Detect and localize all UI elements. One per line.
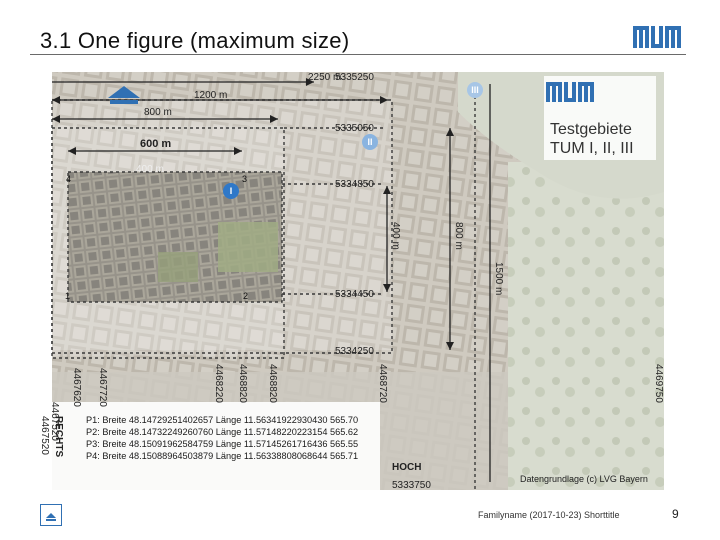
footer-text: Familyname (2017-10-23) Shorttitle — [478, 510, 620, 520]
slide-title: 3.1 One figure (maximum size) — [40, 28, 350, 53]
dim-label-800-vertical: 800 m — [453, 222, 464, 250]
site-marker-ii-label: II — [367, 137, 372, 147]
dim-label-400-horizontal: 400 m — [136, 164, 164, 175]
hoch-label: HOCH — [392, 462, 421, 473]
easting-label: 4468820 — [267, 364, 278, 403]
northing-label: 5335250 — [335, 72, 374, 83]
area-800m-overlay — [52, 126, 284, 356]
dim-label-800: 800 m — [144, 107, 172, 118]
easting-label: 4467720 — [97, 368, 108, 407]
northing-label: 5334850 — [335, 179, 374, 190]
northing-label: 5334450 — [335, 289, 374, 300]
point-coordinate-row: P3: Breite 48.15091962584759 Länge 11.57… — [86, 439, 358, 449]
corner-label: 4 — [66, 174, 71, 184]
dim-label-1500-vertical: 1500 m — [493, 262, 504, 295]
tum-logo — [633, 24, 681, 50]
northing-label: 5335050 — [335, 123, 374, 134]
page-number: 9 — [672, 507, 679, 521]
corner-label: 3 — [242, 174, 247, 184]
park-area — [508, 162, 664, 490]
point-coordinate-row: P1: Breite 48.14729251402657 Länge 11.56… — [86, 415, 358, 425]
northing-label: 5333750 — [392, 480, 431, 490]
data-credit: Datengrundlage (c) LVG Bayern — [520, 474, 648, 484]
site-marker-i-label: I — [230, 186, 233, 196]
point-coordinate-row: P4: Breite 48.15088964503879 Länge 11.56… — [86, 451, 358, 461]
legend-title-2: TUM I, II, III — [550, 140, 634, 157]
easting-label: 4468720 — [377, 364, 388, 403]
rechts-label: RECHTS — [53, 416, 64, 457]
corner-label: 1 — [65, 291, 70, 301]
corner-label: 2 — [243, 291, 248, 301]
point-coordinate-row: P2: Breite 48.14732249260760 Länge 11.57… — [86, 427, 358, 437]
dim-label-600: 600 m — [140, 138, 171, 150]
test-areas-map-figure: 2250 m 1200 m 800 m 600 m 400 m 400 m 80… — [38, 72, 664, 490]
northing-label: 5334250 — [335, 346, 374, 357]
easting-label: 4469750 — [653, 364, 664, 403]
easting-label: 4467620 — [71, 368, 82, 407]
site-marker-iii-label: III — [471, 85, 479, 95]
easting-label: 4468220 — [213, 364, 224, 403]
tum-footer-icon — [40, 504, 62, 526]
dim-label-400-vertical: 400 m — [390, 222, 401, 250]
legend-title-1: Testgebiete — [550, 121, 632, 138]
dim-label-1200: 1200 m — [194, 90, 227, 101]
title-divider — [30, 54, 686, 55]
easting-label: 4468820 — [237, 364, 248, 403]
rechts-value: 4467520 — [39, 416, 50, 455]
